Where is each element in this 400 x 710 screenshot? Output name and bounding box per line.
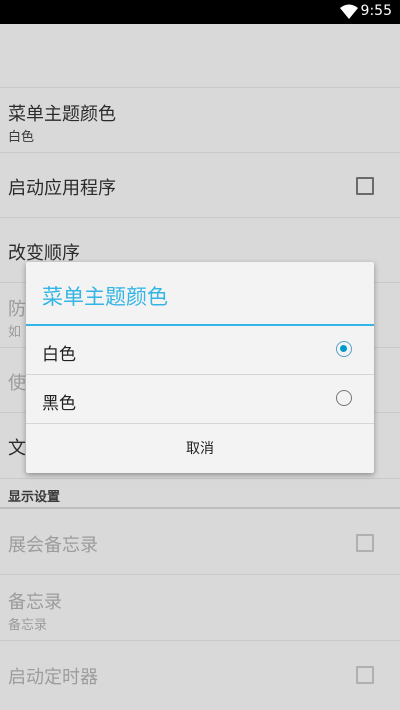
setting-title: 菜单主题颜色	[8, 104, 116, 125]
setting-checkbox[interactable]	[356, 666, 374, 684]
setting-title: 使	[8, 373, 26, 394]
setting-memo[interactable]: 备忘录 备忘录	[0, 575, 400, 641]
setting-title: 防	[8, 299, 26, 320]
setting-checkbox[interactable]	[356, 177, 374, 195]
status-bar: 9:55	[0, 0, 400, 24]
option-white[interactable]: 白色	[26, 326, 374, 375]
section-header-label: 显示设置	[8, 490, 61, 505]
setting-title: 启动定时器	[8, 667, 98, 688]
setting-checkbox[interactable]	[356, 534, 374, 552]
option-label: 黑色	[42, 394, 76, 414]
setting-launch-app[interactable]: 启动应用程序	[0, 153, 400, 218]
section-header-display: 显示设置	[0, 479, 400, 509]
setting-summary: 备忘录	[8, 618, 48, 633]
setting-title: 展会备忘录	[8, 535, 98, 556]
option-black[interactable]: 黑色	[26, 375, 374, 424]
setting-summary: 白色	[8, 130, 35, 145]
setting-title: 备忘录	[8, 592, 62, 613]
theme-color-dialog: 菜单主题颜色 白色 黑色 取消	[26, 262, 374, 473]
setting-title: 启动应用程序	[8, 178, 116, 199]
setting-title: 文	[8, 438, 26, 459]
radio-button-checked[interactable]	[336, 341, 352, 357]
dialog-title: 菜单主题颜色	[42, 285, 168, 309]
status-time: 9:55	[360, 3, 392, 19]
wifi-icon	[340, 4, 358, 23]
setting-launch-timer[interactable]: 启动定时器	[0, 641, 400, 710]
setting-show-memo[interactable]: 展会备忘录	[0, 511, 400, 575]
setting-menu-theme-color[interactable]: 菜单主题颜色 白色	[0, 88, 400, 153]
setting-summary: 如	[8, 325, 22, 340]
radio-button-unchecked[interactable]	[336, 390, 352, 406]
option-label: 白色	[42, 345, 76, 365]
cancel-button[interactable]: 取消	[26, 425, 374, 473]
settings-top-spacer	[0, 24, 400, 88]
